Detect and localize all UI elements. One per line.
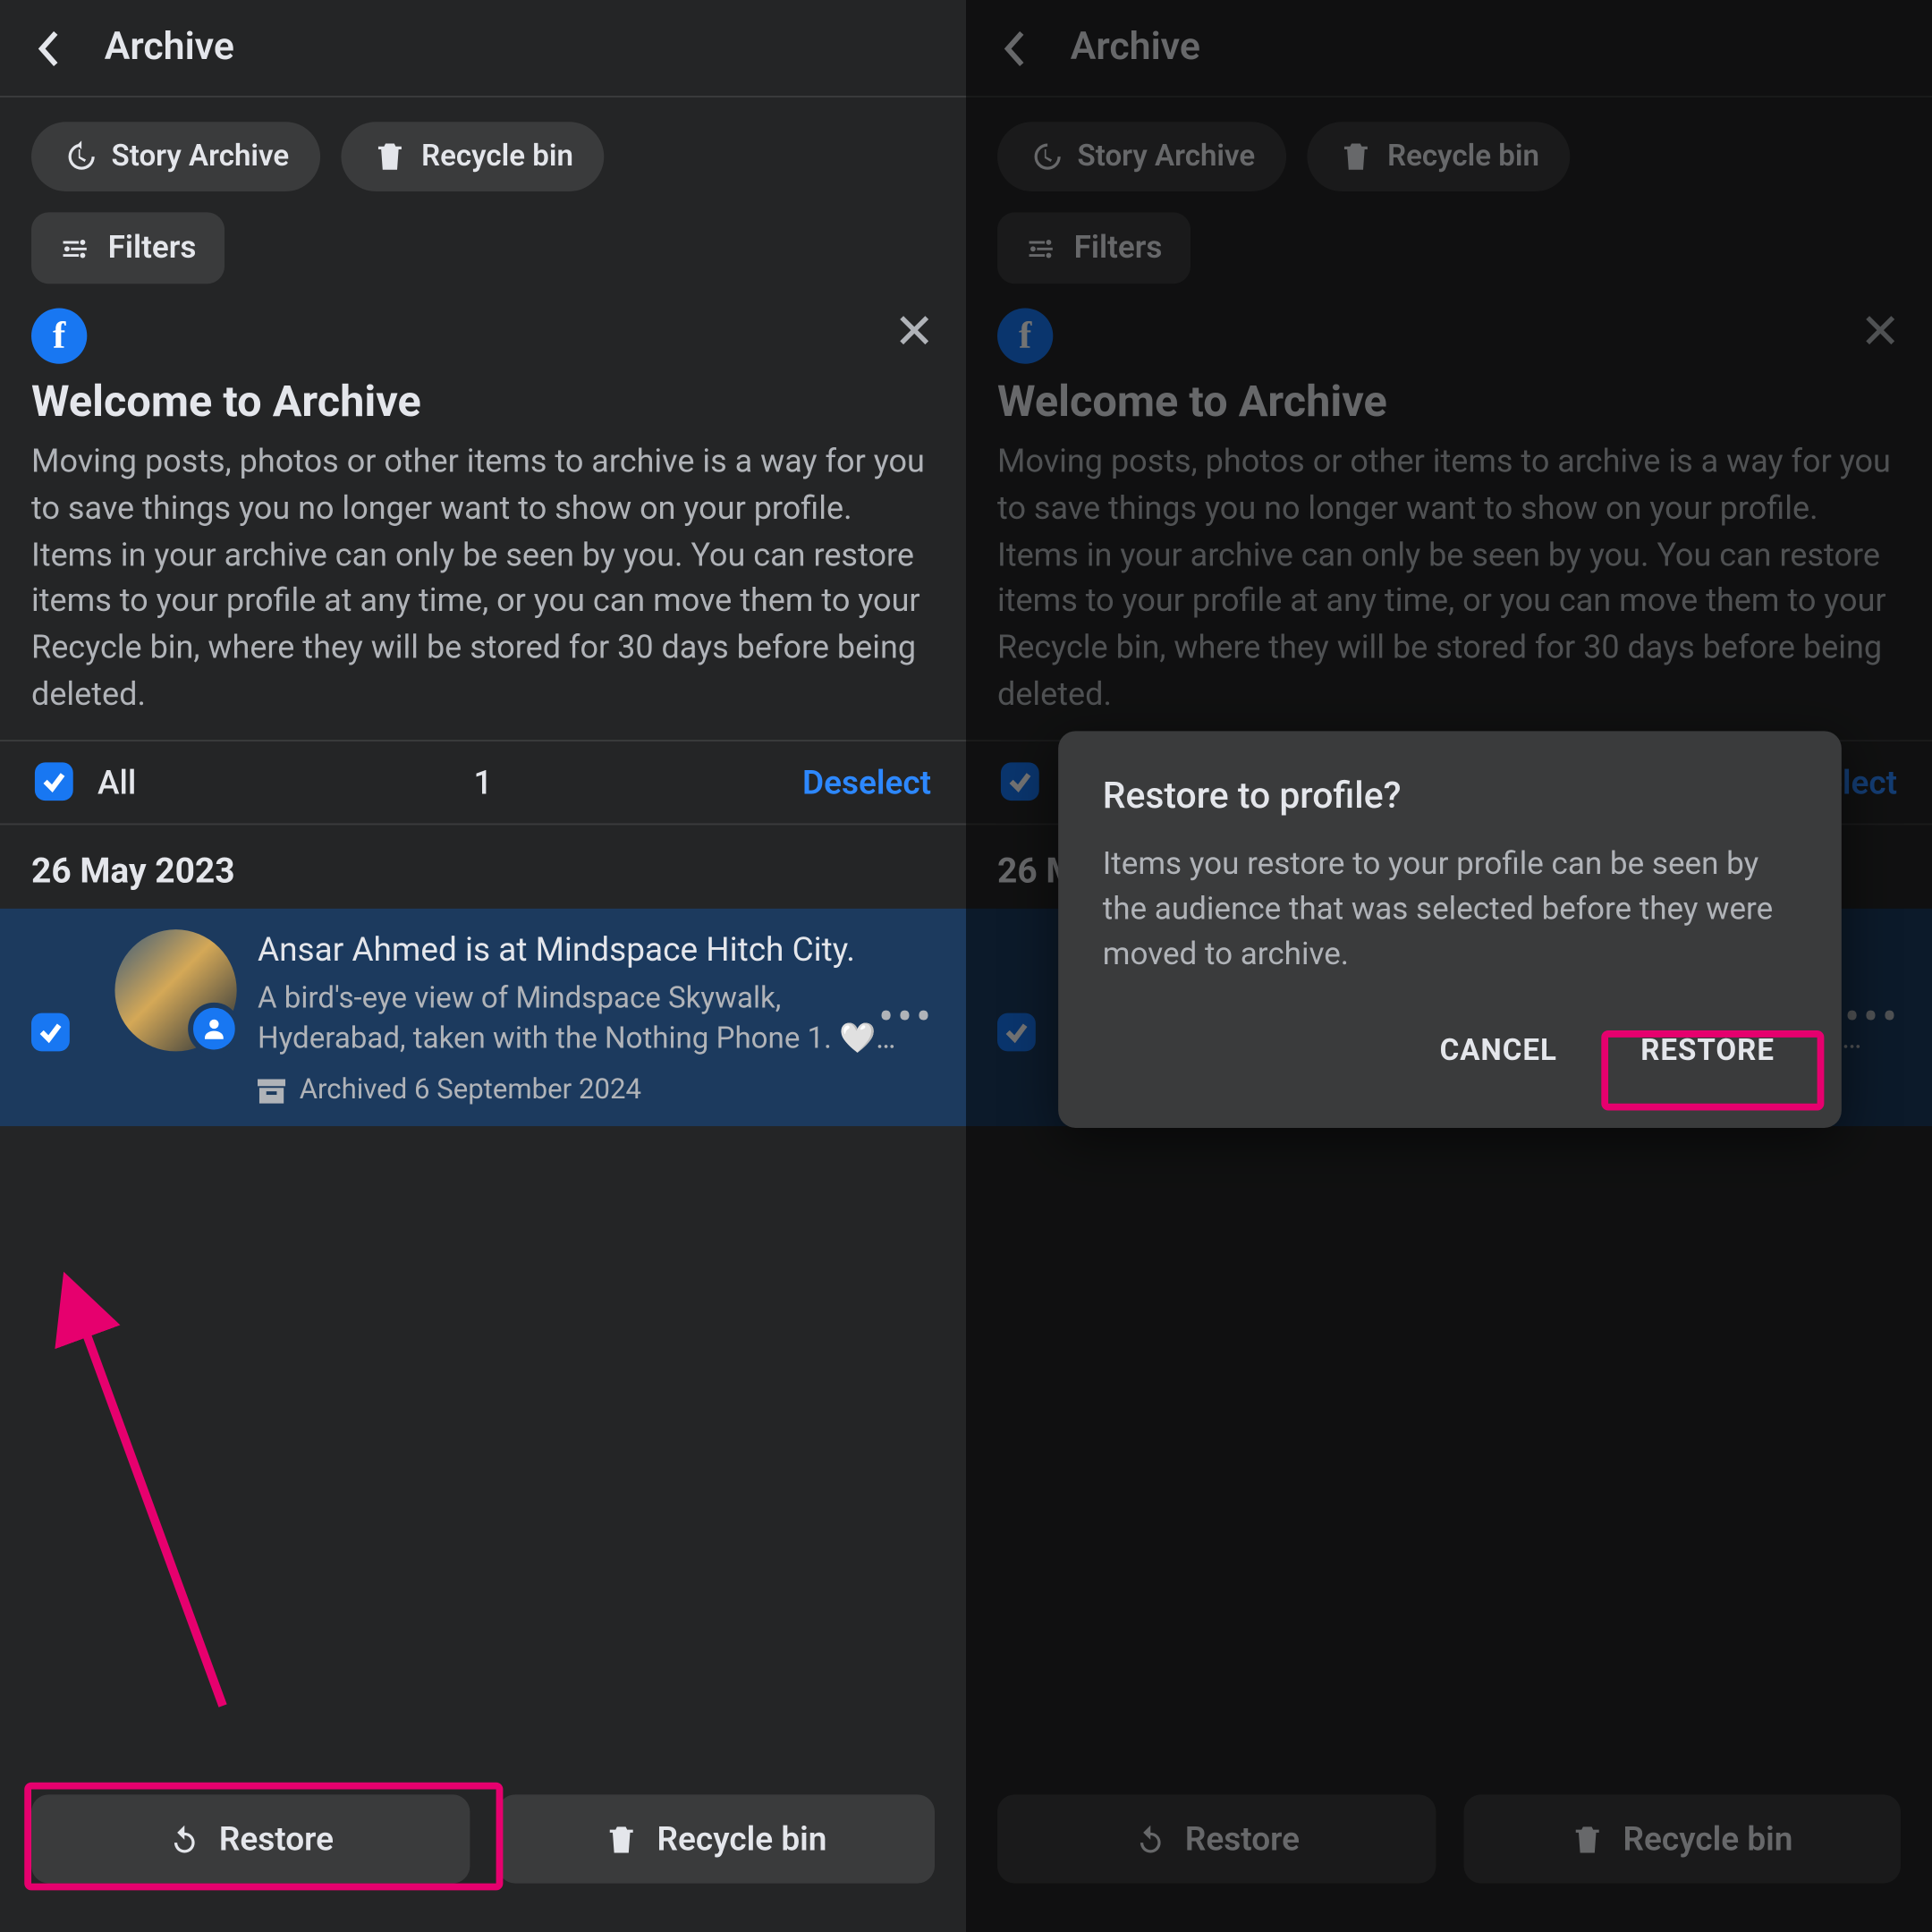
tab-label: Story Archive: [112, 140, 290, 174]
post-meta: Archived 6 September 2024: [258, 1073, 935, 1106]
dialog-title: Restore to profile?: [1103, 776, 1796, 818]
select-all-checkbox[interactable]: [35, 763, 73, 801]
restore-button[interactable]: Restore: [31, 1794, 469, 1883]
post-description: A bird's-eye view of Mindspace Skywalk, …: [258, 979, 935, 1059]
bottom-action-bar: Restore Recycle bin: [0, 1770, 966, 1932]
archive-item[interactable]: Ansar Ahmed is at Mindspace Hitch City. …: [0, 909, 966, 1127]
post-thumbnail: [114, 929, 236, 1051]
tab-label: Recycle bin: [421, 140, 573, 174]
selection-bar: All 1 Deselect: [0, 740, 966, 825]
filters-label: Filters: [108, 230, 197, 267]
tab-recycle-bin[interactable]: Recycle bin: [342, 122, 605, 191]
more-options-icon[interactable]: •••: [878, 992, 935, 1044]
recycle-label: Recycle bin: [657, 1819, 827, 1860]
selection-count: 1: [473, 762, 492, 802]
tab-story-archive[interactable]: Story Archive: [31, 122, 320, 191]
welcome-body: Moving posts, photos or other items to a…: [31, 438, 935, 718]
back-icon[interactable]: [28, 27, 70, 69]
item-checkbox[interactable]: [31, 1013, 70, 1051]
person-badge-icon: [188, 1003, 240, 1055]
post-title: Ansar Ahmed is at Mindspace Hitch City.: [258, 929, 935, 972]
facebook-logo-icon: f: [31, 308, 87, 363]
tabs-row: Story Archive Recycle bin: [0, 97, 966, 212]
restore-dialog: Restore to profile? Items you restore to…: [1057, 731, 1841, 1128]
dialog-cancel-button[interactable]: CANCEL: [1419, 1021, 1578, 1083]
heart-icon: 🤍: [839, 1019, 876, 1059]
all-label: All: [97, 762, 136, 802]
restore-label: Restore: [219, 1819, 334, 1860]
filters-button[interactable]: Filters: [31, 212, 224, 284]
deselect-link[interactable]: Deselect: [802, 762, 931, 802]
header: Archive: [0, 0, 966, 97]
dialog-restore-button[interactable]: RESTORE: [1620, 1021, 1795, 1083]
close-icon[interactable]: ✕: [894, 308, 935, 356]
date-group-header: 26 May 2023: [0, 825, 966, 908]
welcome-card: f ✕ Welcome to Archive Moving posts, pho…: [0, 308, 966, 739]
welcome-title: Welcome to Archive: [31, 377, 935, 428]
page-title: Archive: [105, 26, 234, 70]
recycle-bin-button[interactable]: Recycle bin: [497, 1794, 935, 1883]
dialog-body: Items you restore to your profile can be…: [1103, 843, 1796, 979]
archive-icon: [258, 1077, 285, 1101]
